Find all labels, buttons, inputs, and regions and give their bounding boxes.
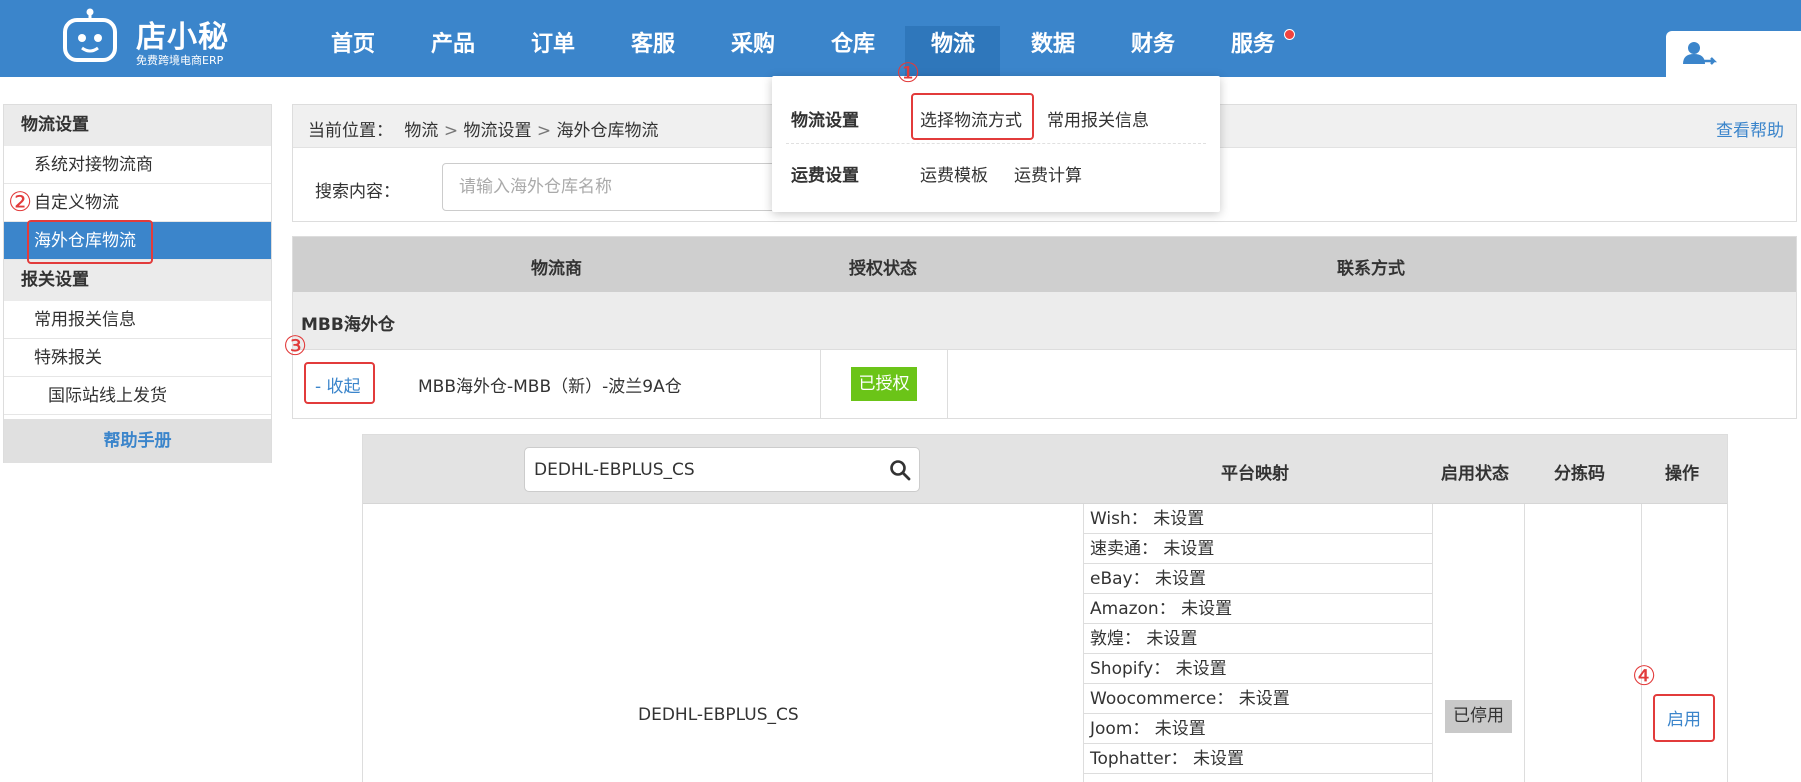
header-carrier: 物流商 <box>531 259 582 279</box>
carrier-name: MBB海外仓-MBB（新）-波兰9A仓 <box>418 377 682 397</box>
platform-mapping-item: 速卖通： 未设置 <box>1084 534 1432 564</box>
platform-mapping-item: Amazon： 未设置 <box>1084 594 1432 624</box>
platform-mapping-item: Wish： 未设置 <box>1084 504 1432 534</box>
nav-item-warehouse[interactable]: 仓库 <box>831 26 875 58</box>
breadcrumb-separator: > <box>536 121 557 141</box>
sidebar: 物流设置 系统对接物流商 自定义物流 海外仓库物流 报关设置 常用报关信息 特殊… <box>3 104 272 463</box>
annotation-number-3: ③ <box>283 331 308 362</box>
column-divider <box>820 350 821 418</box>
platform-mapping-item: Shopify： 未设置 <box>1084 654 1432 684</box>
breadcrumb-separator: > <box>443 121 464 141</box>
dropdown-item-freight-calc[interactable]: 运费计算 <box>1014 161 1082 186</box>
sidebar-item-custom-logistics[interactable]: 自定义物流 <box>4 184 271 222</box>
nav-item-orders[interactable]: 订单 <box>531 26 575 58</box>
sort-code-cell <box>1525 504 1642 782</box>
header-platform-mapping: 平台映射 <box>1221 464 1289 484</box>
authorized-badge: 已授权 <box>851 367 917 401</box>
platform-mapping-item: Joom： 未设置 <box>1084 714 1432 744</box>
status-cell: 已停用 <box>1433 504 1525 782</box>
sidebar-item-system-carriers[interactable]: 系统对接物流商 <box>4 146 271 184</box>
sidebar-item-customs-info[interactable]: 常用报关信息 <box>4 301 271 339</box>
dropdown-item-customs-info[interactable]: 常用报关信息 <box>1047 106 1149 131</box>
search-icon[interactable] <box>889 459 911 481</box>
breadcrumb-item-current: 海外仓库物流 <box>556 121 659 141</box>
breadcrumb-item-settings[interactable]: 物流设置 <box>463 121 531 141</box>
carrier-table-header: 物流商 授权状态 联系方式 <box>293 237 1796 292</box>
nav-item-products[interactable]: 产品 <box>431 26 475 58</box>
annotation-box-4 <box>1653 694 1715 742</box>
header-action: 操作 <box>1665 464 1699 484</box>
breadcrumb-item-logistics[interactable]: 物流 <box>404 121 438 141</box>
service-name: DEDHL-EBPLUS_CS <box>638 705 799 725</box>
carrier-group-row: MBB海外仓 <box>293 292 1796 350</box>
carrier-table: 物流商 授权状态 联系方式 MBB海外仓 - 收起 MBB海外仓-MBB（新）-… <box>292 236 1797 419</box>
platform-mapping-item: Woocommerce： 未设置 <box>1084 684 1432 714</box>
column-divider <box>947 350 948 418</box>
search-label: 搜索内容： <box>315 182 400 202</box>
robot-logo-icon <box>63 8 117 62</box>
dropdown-group-freight-settings: 运费设置 <box>791 166 859 186</box>
dropdown-group-logistics-settings: 物流设置 <box>791 111 859 131</box>
nav-item-purchasing[interactable]: 采购 <box>731 26 775 58</box>
user-icon <box>1683 42 1718 65</box>
logo-subtitle: 免费跨境电商ERP <box>136 54 224 67</box>
platform-mapping-item: Tophatter： 未设置 <box>1084 744 1432 774</box>
sidebar-section-customs-settings: 报关设置 <box>4 260 271 301</box>
page: 店小秘 免费跨境电商ERP 首页 产品 订单 客服 采购 仓库 物流 数据 财务… <box>0 0 1801 782</box>
dropdown-divider <box>786 143 1206 144</box>
nav-item-home[interactable]: 首页 <box>331 26 375 58</box>
view-help-link[interactable]: 查看帮助 <box>1716 116 1784 141</box>
annotation-number-1: ① <box>896 58 921 89</box>
user-menu[interactable] <box>1666 31 1801 77</box>
logo[interactable]: 店小秘 免费跨境电商ERP <box>60 8 250 68</box>
annotation-number-4: ④ <box>1632 661 1657 692</box>
sidebar-section-logistics-settings: 物流设置 <box>4 105 271 146</box>
sidebar-item-intl-shipping[interactable]: 国际站线上发货 <box>4 377 271 415</box>
annotation-box-2 <box>27 220 153 264</box>
annotation-box-3 <box>304 362 375 404</box>
sidebar-item-special-customs[interactable]: 特殊报关 <box>4 339 271 377</box>
logo-title: 店小秘 <box>136 20 229 55</box>
carrier-row: - 收起 MBB海外仓-MBB（新）-波兰9A仓 已授权 <box>293 350 1796 418</box>
platform-mapping-list: Wish： 未设置 速卖通： 未设置 eBay： 未设置 Amazon： 未设置… <box>1083 504 1433 782</box>
header-contact: 联系方式 <box>1337 259 1405 279</box>
platform-mapping-item: 敦煌： 未设置 <box>1084 624 1432 654</box>
annotation-number-2: ② <box>8 187 33 218</box>
carrier-group-name: MBB海外仓 <box>301 315 395 335</box>
sidebar-help-manual[interactable]: 帮助手册 <box>4 419 271 463</box>
service-table-header: DEDHL-EBPLUS_CS 平台映射 启用状态 分拣码 操作 <box>363 435 1727 504</box>
service-search-box[interactable]: DEDHL-EBPLUS_CS <box>524 447 920 492</box>
header-auth-status: 授权状态 <box>849 259 917 279</box>
nav-item-customer-service[interactable]: 客服 <box>631 26 675 58</box>
nav-item-finance[interactable]: 财务 <box>1131 26 1175 58</box>
disabled-badge: 已停用 <box>1445 700 1512 733</box>
nav-item-data[interactable]: 数据 <box>1031 26 1075 58</box>
dropdown-item-freight-template[interactable]: 运费模板 <box>920 161 988 186</box>
service-table: DEDHL-EBPLUS_CS 平台映射 启用状态 分拣码 操作 DEDHL-E… <box>362 434 1728 782</box>
breadcrumb-prefix: 当前位置： <box>308 121 393 141</box>
service-search-value: DEDHL-EBPLUS_CS <box>534 460 695 480</box>
platform-mapping-item: eBay： 未设置 <box>1084 564 1432 594</box>
notification-dot <box>1284 29 1295 40</box>
header-sort-code: 分拣码 <box>1554 464 1605 484</box>
annotation-box-1 <box>911 93 1034 140</box>
nav-item-services[interactable]: 服务 <box>1231 26 1275 58</box>
nav-item-logistics[interactable]: 物流 <box>931 26 975 58</box>
header-enable-status: 启用状态 <box>1441 464 1509 484</box>
